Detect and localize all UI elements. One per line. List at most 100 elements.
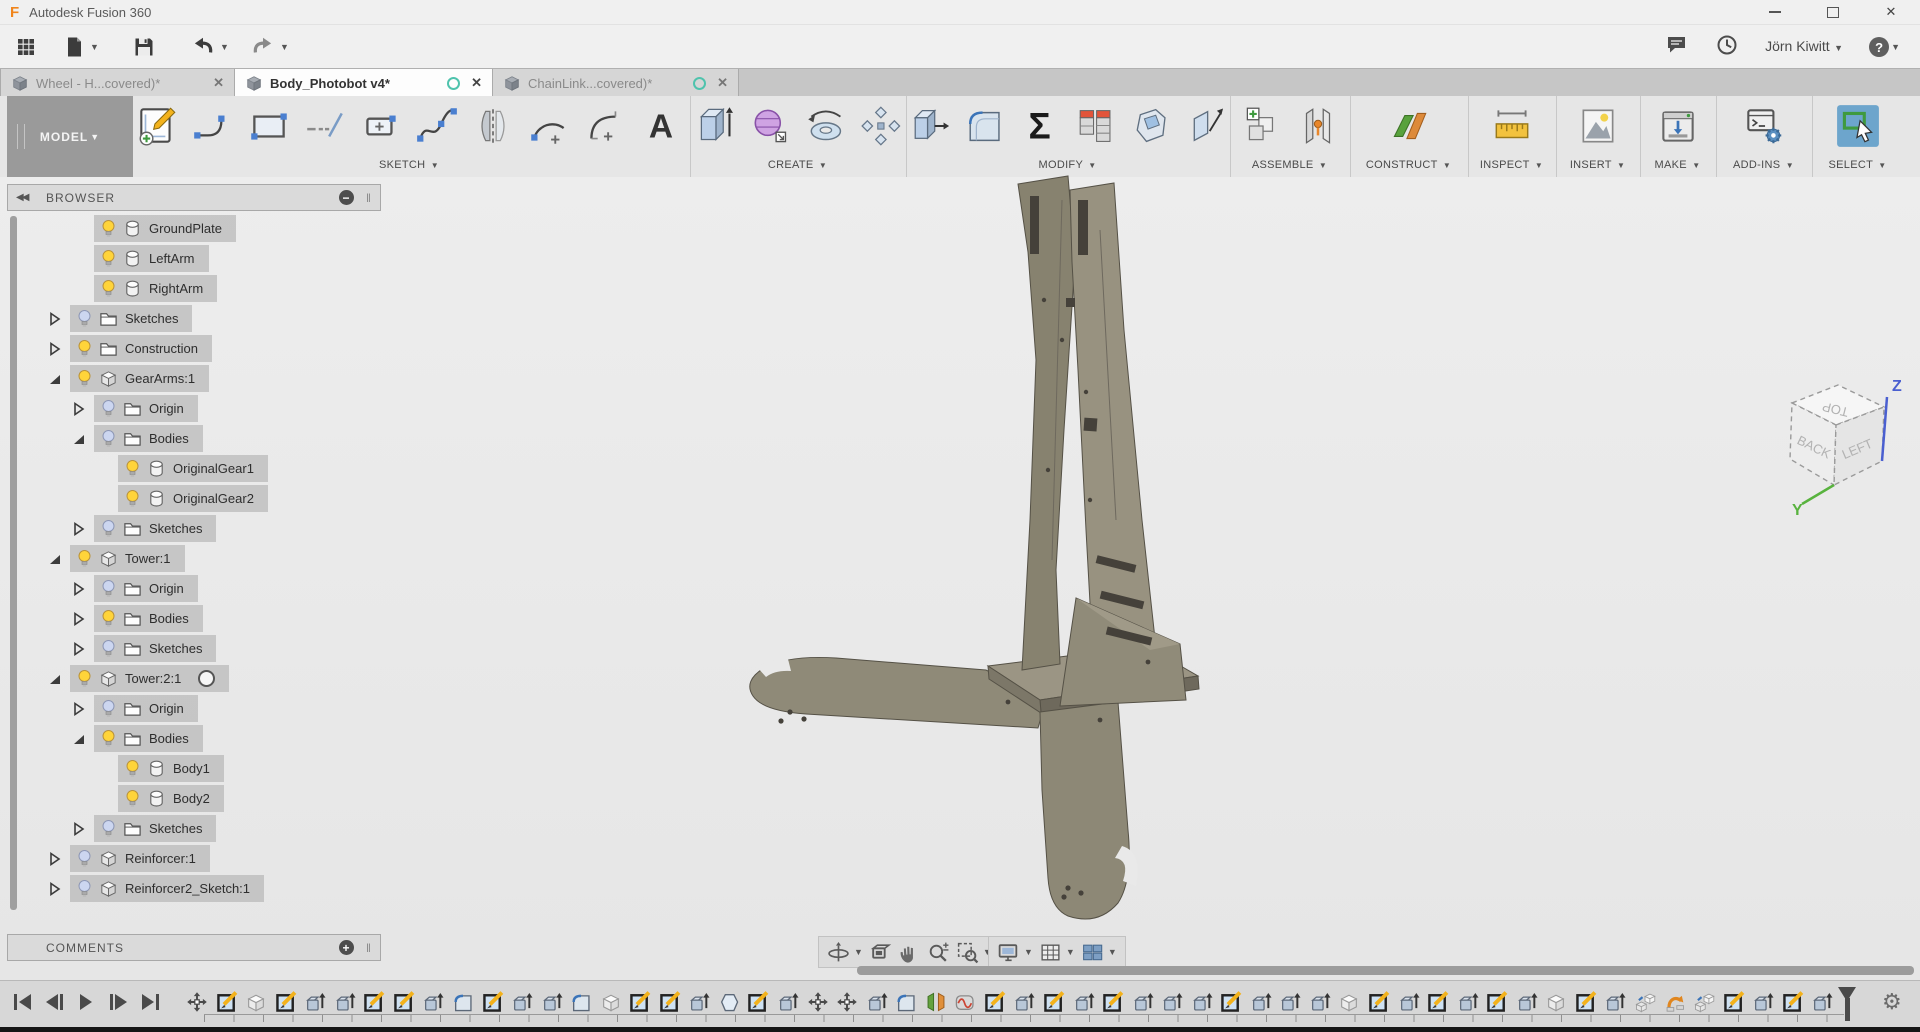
visibility-bulb-off-icon[interactable] bbox=[101, 429, 116, 449]
expand-collapsed-icon[interactable] bbox=[72, 401, 86, 416]
ai-console-icon[interactable] bbox=[1741, 103, 1787, 149]
timeline-feature-mirror[interactable] bbox=[925, 991, 947, 1013]
ribbon-group-label[interactable]: INSPECT ▼ bbox=[1469, 159, 1554, 171]
visibility-bulb-off-icon[interactable] bbox=[77, 849, 92, 869]
mo-draft-icon[interactable] bbox=[1183, 103, 1228, 149]
timeline-position-marker[interactable] bbox=[1838, 987, 1856, 1021]
visibility-bulb-on-icon[interactable] bbox=[125, 759, 140, 779]
timeline-feature-chamfer[interactable] bbox=[718, 991, 740, 1013]
timeline-feature-sketch[interactable] bbox=[275, 991, 297, 1013]
sk-constr-icon[interactable] bbox=[302, 103, 348, 149]
expand-collapsed-icon[interactable] bbox=[48, 311, 62, 326]
visibility-bulb-on-icon[interactable] bbox=[77, 549, 92, 569]
visibility-bulb-off-icon[interactable] bbox=[101, 639, 116, 659]
horizontal-scrollbar-thumb[interactable] bbox=[857, 966, 1914, 975]
tree-item-label[interactable]: GearArms:1 bbox=[125, 371, 195, 386]
expand-expanded-icon[interactable] bbox=[48, 552, 62, 566]
timeline-feature-body[interactable] bbox=[600, 991, 622, 1013]
visibility-bulb-off-icon[interactable] bbox=[101, 579, 116, 599]
timeline-feature-copy[interactable] bbox=[1634, 991, 1656, 1013]
timeline-feature-extrude[interactable] bbox=[777, 991, 799, 1013]
viewport-3d[interactable]: TOP BACK LEFT Z Y bbox=[0, 175, 1920, 980]
tree-item-label[interactable]: Reinforcer2_Sketch:1 bbox=[125, 881, 250, 896]
timeline-feature-sketch[interactable] bbox=[216, 991, 238, 1013]
ribbon-group-label[interactable]: MAKE ▼ bbox=[1641, 159, 1714, 171]
timeline-feature-flip[interactable] bbox=[1664, 991, 1686, 1013]
sk-text-icon[interactable] bbox=[638, 103, 684, 149]
timeline-feature-extrude[interactable] bbox=[1132, 991, 1154, 1013]
timeline-feature-extrude[interactable] bbox=[1279, 991, 1301, 1013]
timeline-feature-extrude[interactable] bbox=[511, 991, 533, 1013]
timeline-feature-extrude[interactable] bbox=[1398, 991, 1420, 1013]
tab-close-icon[interactable]: ✕ bbox=[471, 75, 482, 91]
expand-collapsed-icon[interactable] bbox=[48, 851, 62, 866]
document-tab[interactable]: ChainLink...covered)* ✕ bbox=[493, 69, 739, 97]
tree-item-label[interactable]: Sketches bbox=[149, 821, 202, 836]
cr-revolve-icon[interactable] bbox=[803, 103, 849, 149]
expand-expanded-icon[interactable] bbox=[72, 732, 86, 746]
tree-item-label[interactable]: Bodies bbox=[149, 431, 189, 446]
step-forward-button[interactable] bbox=[106, 990, 130, 1014]
pan-button[interactable] bbox=[898, 941, 921, 964]
se-select-icon[interactable] bbox=[1835, 103, 1881, 149]
undo-button[interactable]: ▼ bbox=[190, 32, 229, 62]
browser-panel-header[interactable]: ◀◀ BROWSER − ‖ bbox=[7, 184, 381, 211]
ribbon-group-label[interactable]: MODIFY ▼ bbox=[907, 159, 1228, 171]
visibility-bulb-on-icon[interactable] bbox=[77, 369, 92, 389]
tab-close-icon[interactable]: ✕ bbox=[717, 75, 728, 91]
ribbon-group-label[interactable]: CREATE ▼ bbox=[691, 159, 904, 171]
timeline-feature-extrude[interactable] bbox=[1604, 991, 1626, 1013]
visibility-bulb-off-icon[interactable] bbox=[101, 399, 116, 419]
browser-collapse-all-icon[interactable]: − bbox=[339, 190, 354, 205]
ins-image-icon[interactable] bbox=[1575, 103, 1621, 149]
sk-rect-icon[interactable] bbox=[246, 103, 292, 149]
timeline-feature-sketch[interactable] bbox=[1723, 991, 1745, 1013]
visibility-bulb-on-icon[interactable] bbox=[125, 459, 140, 479]
timeline-feature-sketch[interactable] bbox=[984, 991, 1006, 1013]
visibility-bulb-on-icon[interactable] bbox=[101, 219, 116, 239]
visibility-bulb-on-icon[interactable] bbox=[101, 279, 116, 299]
expand-expanded-icon[interactable] bbox=[72, 432, 86, 446]
timeline-feature-extrude[interactable] bbox=[1457, 991, 1479, 1013]
timeline-feature-extrude[interactable] bbox=[1161, 991, 1183, 1013]
ribbon-group-label[interactable]: ADD-INS ▼ bbox=[1717, 159, 1810, 171]
tree-item-label[interactable]: Tower:1 bbox=[125, 551, 171, 566]
display-settings-button[interactable]: ▼ bbox=[997, 941, 1033, 964]
sk-arc-icon[interactable] bbox=[526, 103, 572, 149]
sk-spline-icon[interactable] bbox=[414, 103, 460, 149]
timeline-feature-extrude[interactable] bbox=[866, 991, 888, 1013]
timeline-feature-sketch[interactable] bbox=[1220, 991, 1242, 1013]
timeline-feature-sketch[interactable] bbox=[1575, 991, 1597, 1013]
tree-item-label[interactable]: Bodies bbox=[149, 611, 189, 626]
user-account-menu[interactable]: Jörn Kiwitt ▼ bbox=[1765, 38, 1843, 56]
view-cube[interactable]: TOP BACK LEFT Z Y bbox=[1770, 367, 1920, 522]
comments-expand-icon[interactable]: + bbox=[339, 940, 354, 955]
timeline-feature-fillet[interactable] bbox=[452, 991, 474, 1013]
visibility-bulb-off-icon[interactable] bbox=[101, 819, 116, 839]
look-at-button[interactable] bbox=[869, 941, 892, 964]
timeline-feature-body[interactable] bbox=[245, 991, 267, 1013]
timeline-feature-extrude[interactable] bbox=[1250, 991, 1272, 1013]
timeline-feature-sketch[interactable] bbox=[1102, 991, 1124, 1013]
play-button[interactable] bbox=[74, 990, 98, 1014]
timeline-feature-extrude[interactable] bbox=[334, 991, 356, 1013]
tree-item-label[interactable]: Origin bbox=[149, 701, 184, 716]
sk-create-icon[interactable] bbox=[134, 103, 180, 149]
visibility-bulb-on-icon[interactable] bbox=[125, 789, 140, 809]
app-grid-menu-button[interactable] bbox=[14, 32, 38, 62]
timeline-feature-extrude[interactable] bbox=[304, 991, 326, 1013]
comments-panel-header[interactable]: COMMENTS + ‖ bbox=[7, 934, 381, 961]
ribbon-group-label[interactable]: SELECT ▼ bbox=[1813, 159, 1902, 171]
visibility-bulb-on-icon[interactable] bbox=[125, 489, 140, 509]
visibility-bulb-on-icon[interactable] bbox=[101, 249, 116, 269]
zoom-button[interactable] bbox=[927, 941, 950, 964]
cr-pattern-icon[interactable] bbox=[858, 103, 904, 149]
timeline-feature-extrude[interactable] bbox=[1752, 991, 1774, 1013]
cr-form-icon[interactable] bbox=[747, 103, 793, 149]
mo-fillet-icon[interactable] bbox=[962, 103, 1007, 149]
tree-item-label[interactable]: Sketches bbox=[149, 641, 202, 656]
panel-grip-icon[interactable]: ‖ bbox=[366, 191, 372, 205]
step-back-button[interactable] bbox=[42, 990, 66, 1014]
visibility-bulb-on-icon[interactable] bbox=[77, 339, 92, 359]
co-plane-icon[interactable] bbox=[1386, 103, 1432, 149]
